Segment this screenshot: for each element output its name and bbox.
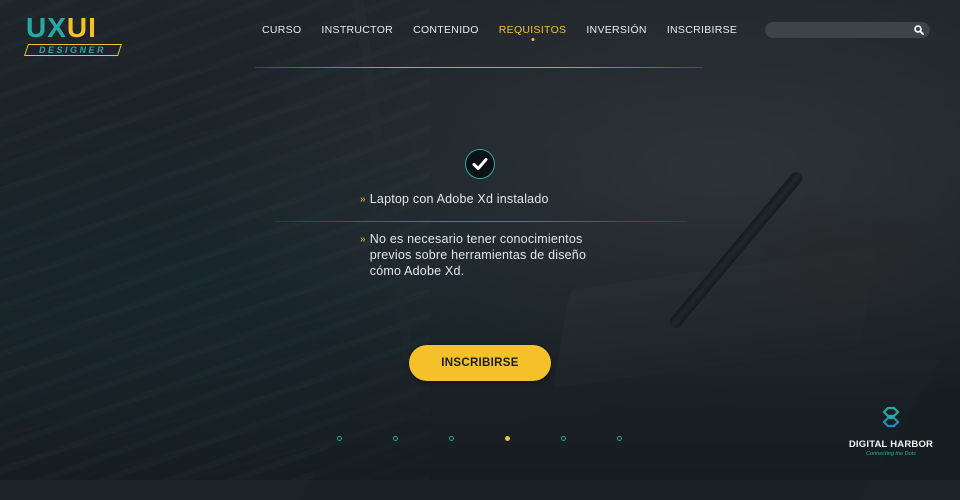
brand-tagline: Connecting the Dots: [866, 451, 916, 457]
logo-subtitle: DESIGNER: [39, 45, 107, 55]
slide-dot[interactable]: [617, 436, 622, 441]
bullet-arrow-icon: »: [360, 194, 366, 205]
slide-dot[interactable]: [449, 436, 454, 441]
requirement-item: » No es necesario tener conocimientos pre…: [360, 231, 620, 279]
digital-harbor-mark-icon: [882, 406, 900, 428]
search-icon[interactable]: [914, 25, 924, 35]
nav-item-inscribirse[interactable]: INSCRIBIRSE: [667, 24, 737, 40]
logo-subtitle-banner: DESIGNER: [24, 44, 122, 56]
nav-item-curso[interactable]: CURSO: [262, 24, 301, 40]
check-circle-icon: [465, 149, 495, 179]
requirement-item: » Laptop con Adobe Xd instalado: [360, 191, 549, 209]
slide-dot[interactable]: [561, 436, 566, 441]
logo-ux-text: UX: [26, 12, 67, 43]
requirements-divider: [275, 221, 687, 222]
nav-item-requisitos[interactable]: REQUISITOS: [499, 24, 567, 40]
nav-item-contenido[interactable]: CONTENIDO: [413, 24, 479, 40]
requirement-text: No es necesario tener conocimientos prev…: [369, 232, 587, 278]
nav-underline-divider: [255, 67, 703, 68]
nav-item-inversion[interactable]: INVERSIÓN: [586, 24, 646, 40]
slide-dot-active[interactable]: [505, 436, 510, 441]
ux-ui-designer-logo[interactable]: UXUI DESIGNER: [24, 14, 126, 60]
slide-dot[interactable]: [393, 436, 398, 441]
inscribirse-button[interactable]: INSCRIBIRSE: [409, 345, 551, 381]
slide-dot[interactable]: [337, 436, 342, 441]
requirement-text: Laptop con Adobe Xd instalado: [369, 192, 549, 206]
search-input[interactable]: [773, 22, 907, 40]
logo-wordmark: UXUI: [26, 14, 126, 42]
bullet-arrow-icon: »: [360, 234, 366, 245]
search-bar: [765, 22, 930, 40]
logo-ui-text: UI: [66, 12, 97, 43]
brand-name: DIGITAL HARBOR: [848, 439, 934, 450]
main-navigation: CURSO INSTRUCTOR CONTENIDO REQUISITOS IN…: [262, 24, 757, 40]
digital-harbor-logo[interactable]: DIGITAL HARBOR Connecting the Dots: [846, 406, 936, 457]
nav-item-instructor[interactable]: INSTRUCTOR: [321, 24, 393, 40]
checkmark-icon: [472, 158, 488, 170]
